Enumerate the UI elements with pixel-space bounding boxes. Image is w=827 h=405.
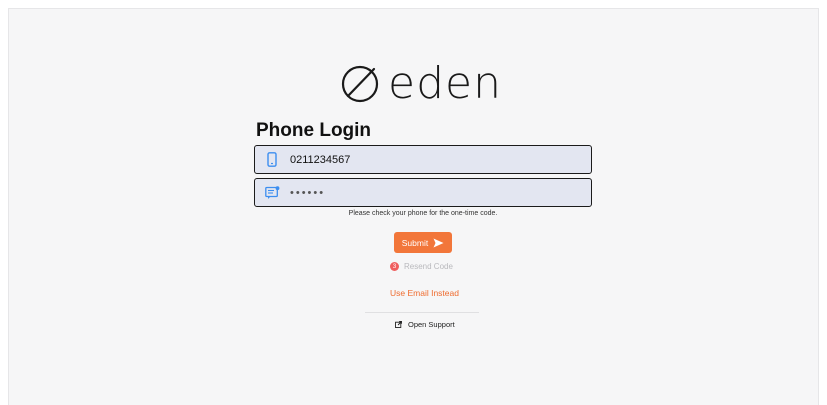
phone-field[interactable] bbox=[254, 145, 592, 174]
support-label: Open Support bbox=[408, 320, 455, 329]
send-icon bbox=[433, 238, 444, 247]
phone-input[interactable] bbox=[290, 153, 580, 166]
divider bbox=[365, 312, 479, 313]
external-link-icon bbox=[395, 321, 402, 328]
page-title: Phone Login bbox=[256, 120, 372, 141]
code-hint: Please check your phone for the one-time… bbox=[348, 210, 498, 217]
code-field[interactable] bbox=[254, 178, 592, 207]
circle-slash-logo-icon bbox=[341, 65, 379, 103]
open-support-link[interactable]: Open Support bbox=[395, 320, 455, 329]
brand-name: eden bbox=[388, 58, 502, 109]
submit-label: Submit bbox=[401, 237, 429, 248]
resend-label: Resend Code bbox=[404, 262, 453, 271]
resend-code-button[interactable]: 3 Resend Code bbox=[390, 262, 453, 271]
code-input[interactable] bbox=[290, 186, 580, 199]
submit-button[interactable]: Submit bbox=[394, 232, 452, 253]
message-code-icon bbox=[264, 185, 280, 201]
resend-count-badge: 3 bbox=[390, 262, 399, 271]
phone-icon bbox=[264, 152, 280, 168]
use-email-link[interactable]: Use Email Instead bbox=[390, 288, 459, 298]
brand-logo: eden bbox=[338, 60, 502, 108]
